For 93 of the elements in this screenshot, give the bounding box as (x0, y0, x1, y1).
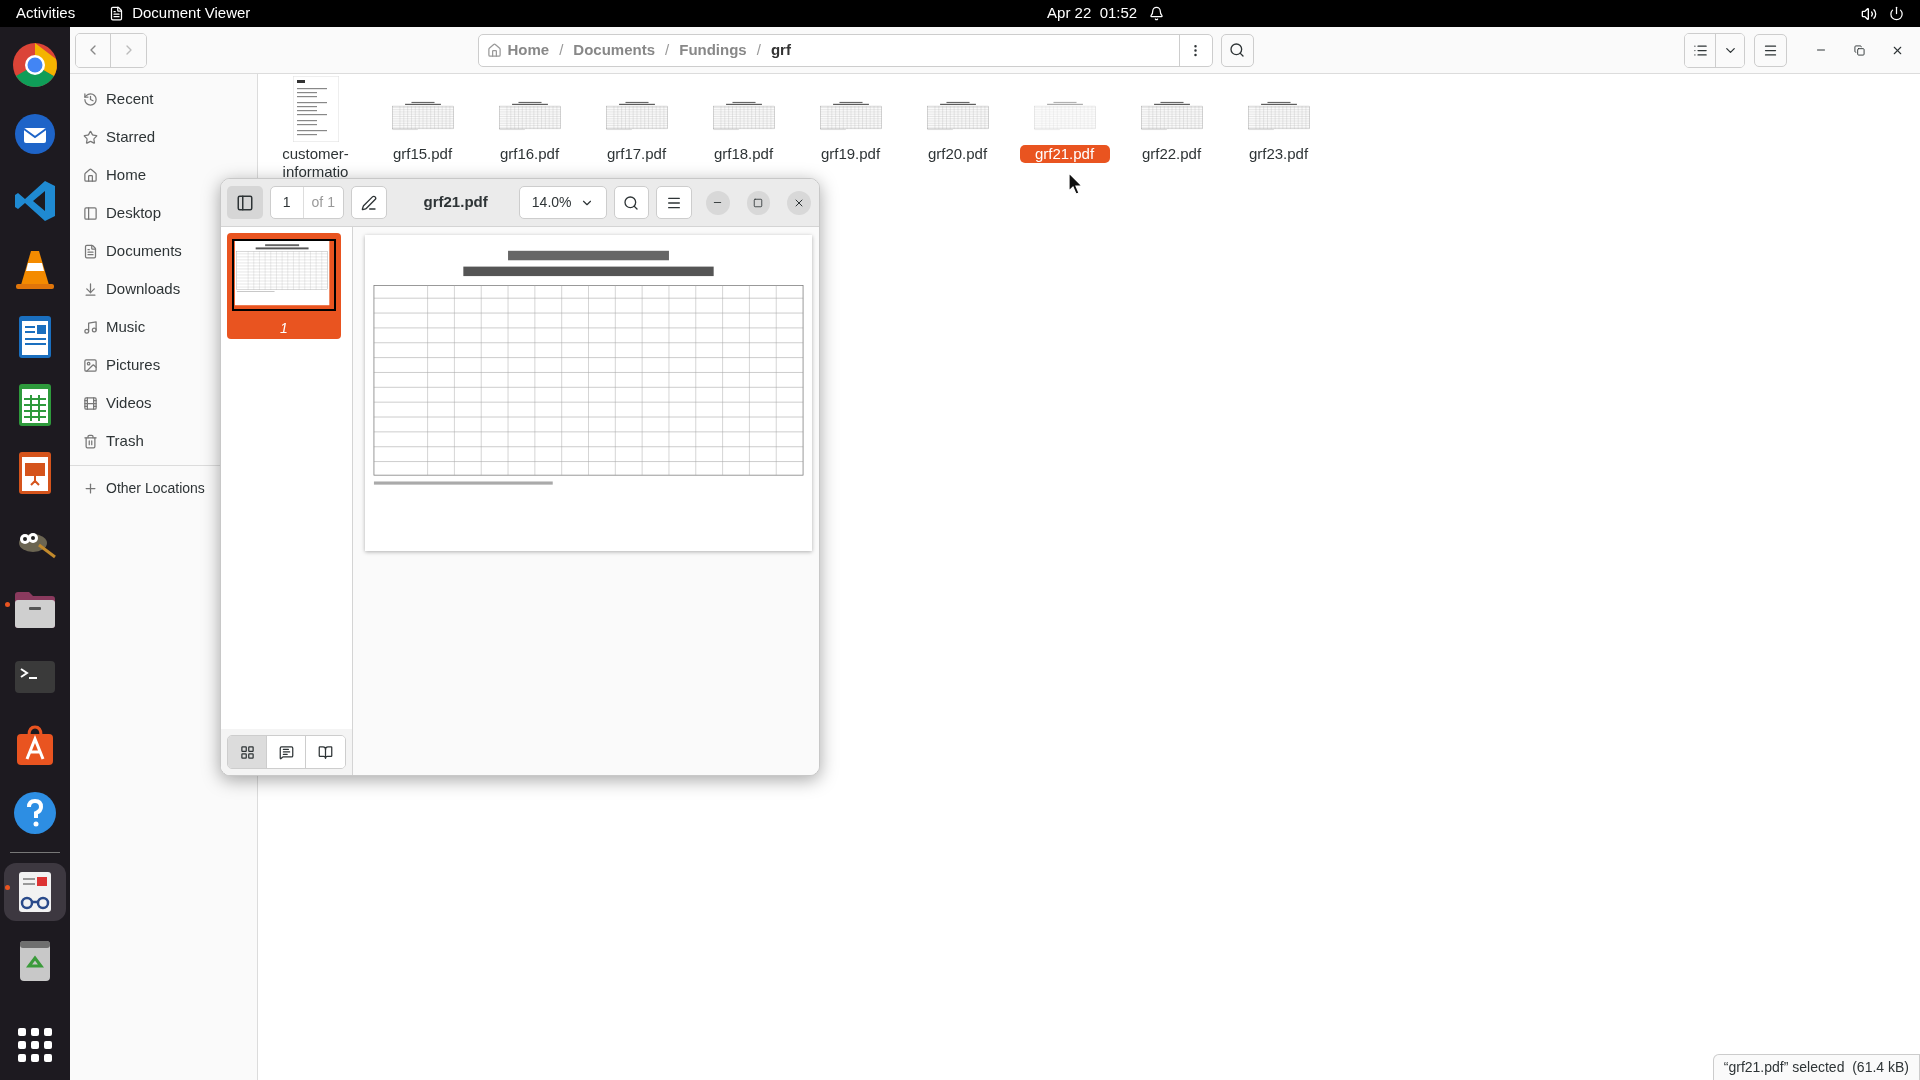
file-name: grf22.pdf (1140, 145, 1203, 163)
restore-icon (1853, 44, 1865, 56)
pen-icon (360, 194, 377, 211)
page-count: of 1 (310, 193, 336, 212)
menu-button[interactable] (656, 186, 692, 219)
music-icon (83, 319, 98, 335)
home-icon (83, 167, 98, 183)
documents-icon (83, 243, 98, 259)
list-icon (1692, 42, 1708, 58)
sidebar-item[interactable]: Downloads (70, 270, 183, 308)
volume-icon[interactable] (1861, 5, 1877, 22)
document-icon (109, 6, 125, 21)
file-name: grf20.pdf (926, 145, 989, 163)
path-separator: / (559, 39, 564, 60)
app-name[interactable]: Document Viewer (132, 2, 251, 25)
sidebar-icon (235, 193, 254, 212)
sidebar-toggle-button[interactable] (227, 186, 263, 219)
menu-button[interactable] (1754, 33, 1787, 67)
running-indicator-icon (5, 602, 10, 607)
sidebar-item[interactable]: Music (70, 308, 148, 346)
file-name: grf16.pdf (498, 145, 561, 163)
file-name: grf15.pdf (391, 145, 454, 163)
annotations-tab[interactable] (267, 736, 307, 768)
file-item[interactable]: grf17.pdf (583, 80, 690, 181)
power-icon[interactable] (1889, 6, 1904, 21)
maximize-button[interactable] (746, 190, 771, 215)
file-item[interactable]: grf18.pdf (690, 80, 797, 181)
path-segment[interactable]: grf (770, 38, 791, 62)
path-segment[interactable]: Documents (573, 38, 656, 62)
bookmarks-tab[interactable] (306, 736, 345, 768)
file-item[interactable]: grf15.pdf (369, 80, 476, 181)
page-thumbnail[interactable]: 1 (227, 233, 341, 339)
file-item[interactable]: customer-informatio (262, 80, 369, 181)
maximize-icon (753, 197, 764, 208)
thumbnails-tab[interactable] (228, 736, 267, 768)
annotations-icon (278, 744, 294, 760)
file-item[interactable]: grf16.pdf (476, 80, 583, 181)
thumbnails-icon (239, 744, 255, 760)
sidebar-item[interactable]: Videos (70, 384, 154, 422)
dock-item[interactable] (4, 863, 66, 921)
desktop-icon (83, 205, 98, 221)
sidebar-item[interactable]: Trash (70, 422, 146, 460)
running-indicator-icon (5, 885, 10, 890)
starred-icon (83, 129, 98, 145)
sidebar-item[interactable]: Starred (70, 118, 158, 156)
sidebar-item[interactable]: Pictures (70, 346, 163, 384)
search-icon (623, 194, 640, 211)
file-item[interactable]: grf23.pdf (1225, 80, 1332, 181)
file-name: grf23.pdf (1247, 145, 1310, 163)
path-segment[interactable]: Fundings (679, 38, 747, 62)
videos-icon (83, 395, 98, 411)
file-name: grf17.pdf (605, 145, 668, 163)
sidebar-item[interactable]: Other Locations (70, 469, 205, 507)
menu-icon (1763, 42, 1778, 58)
sidebar-item[interactable]: Documents (70, 232, 184, 270)
page-number-field[interactable]: 1 (270, 187, 304, 218)
pictures-icon (83, 357, 98, 373)
file-name: customer-informatio (281, 145, 350, 181)
notification-icon[interactable] (1149, 6, 1165, 21)
file-item[interactable]: grf22.pdf (1118, 80, 1225, 181)
home-icon (486, 42, 502, 58)
trash-icon (83, 433, 98, 449)
sidebar-item[interactable]: Recent (70, 80, 156, 118)
file-name: grf18.pdf (712, 145, 775, 163)
page-label: 1 (280, 319, 288, 338)
file-item[interactable]: grf20.pdf (904, 80, 1011, 181)
view-mode-button[interactable] (1685, 33, 1716, 67)
downloads-icon (83, 281, 98, 297)
help-icon[interactable] (11, 789, 59, 837)
plus-icon (83, 480, 98, 496)
recent-icon (83, 91, 98, 107)
search-button[interactable] (613, 186, 650, 219)
activities-button[interactable]: Activities (16, 2, 76, 25)
clock[interactable]: Apr 22 01:52 (1047, 2, 1138, 25)
bookmarks-icon (318, 744, 333, 760)
file-item[interactable]: grf21.pdf (1011, 80, 1118, 181)
search-button[interactable] (1220, 33, 1254, 67)
search-icon (1229, 42, 1245, 58)
browser-icon[interactable] (11, 41, 59, 89)
path-segment[interactable]: Home (507, 38, 550, 62)
file-item[interactable]: grf19.pdf (797, 80, 904, 181)
sidebar-item[interactable]: Desktop (70, 194, 164, 232)
zoom-dropdown[interactable]: 14.0% (518, 186, 607, 219)
sidebar-item[interactable]: Home (70, 156, 148, 194)
status-bar: “grf21.pdf” selected (61.4 kB) (1712, 1054, 1920, 1080)
file-name: grf19.pdf (819, 145, 882, 163)
path-separator: / (756, 39, 761, 60)
app-grid-icon[interactable] (18, 1028, 52, 1062)
file-name: grf21.pdf (1019, 145, 1110, 163)
path-separator: / (665, 39, 670, 60)
annotate-button[interactable] (350, 186, 387, 219)
document-title: grf21.pdf (423, 192, 488, 213)
mouse-cursor-icon (1068, 172, 1084, 196)
